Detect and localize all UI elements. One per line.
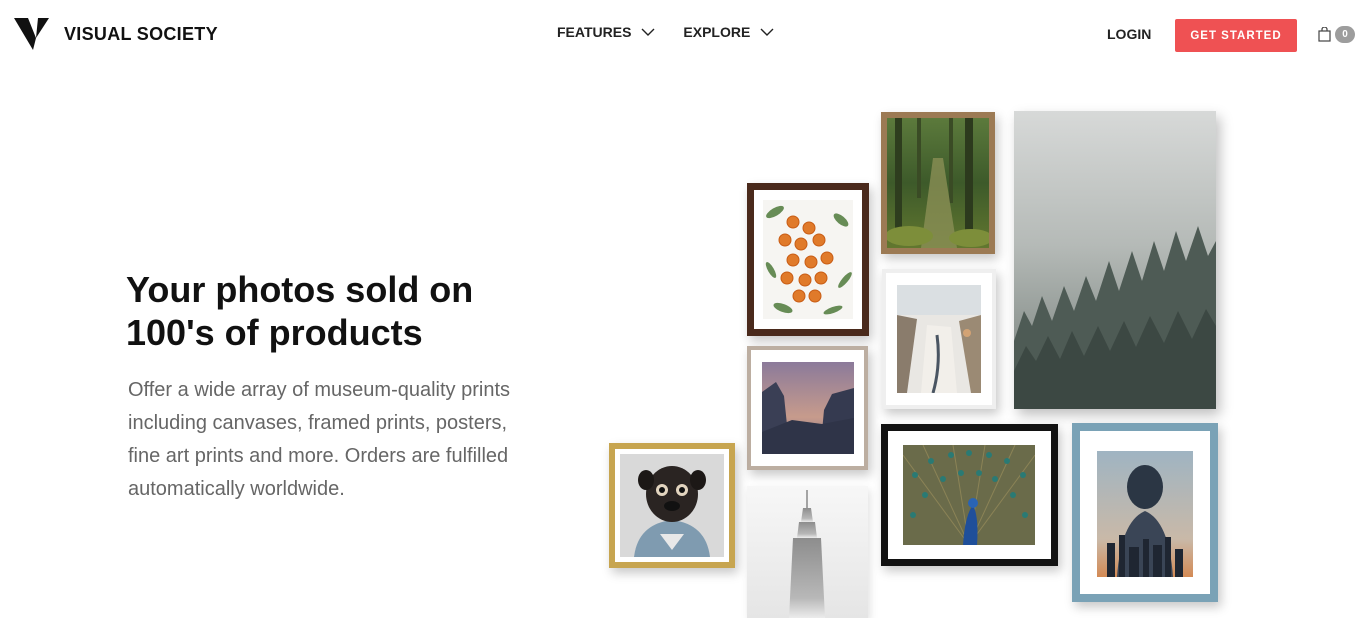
login-link[interactable]: LOGIN (1107, 26, 1151, 42)
orange-slices-image (763, 200, 853, 319)
snowy-canyon-image (897, 285, 981, 393)
hero-title: Your photos sold on 100's of products (126, 269, 474, 353)
nav-explore[interactable]: EXPLORE (683, 24, 774, 40)
landing-page: VISUAL SOCIETY FEATURES EXPLORE LOGIN GE… (0, 0, 1366, 618)
empire-state-building-print (747, 486, 868, 618)
cart-count-badge: 0 (1335, 26, 1355, 43)
double-exposure-portrait-image (1097, 451, 1193, 577)
shopping-bag-icon (1318, 27, 1331, 42)
double-exposure-portrait-print (1072, 423, 1218, 602)
misty-forest-canvas (1014, 111, 1216, 409)
cart-button[interactable]: 0 (1318, 26, 1355, 43)
main-nav: FEATURES EXPLORE (557, 24, 802, 40)
v-logo-icon (14, 18, 49, 50)
dried-orange-slices-print (747, 183, 869, 336)
top-navigation: VISUAL SOCIETY FEATURES EXPLORE LOGIN GE… (0, 0, 1366, 70)
forest-path-print (881, 112, 995, 254)
brand-logo-link[interactable]: VISUAL SOCIETY (14, 18, 218, 50)
pug-portrait-print (609, 443, 735, 568)
peacock-image (903, 445, 1035, 545)
brand-name: VISUAL SOCIETY (64, 23, 218, 44)
nav-explore-label: EXPLORE (683, 24, 751, 40)
peacock-print (881, 424, 1058, 566)
misty-forest-image (1014, 111, 1216, 409)
empire-state-building-image (747, 486, 868, 618)
nav-features[interactable]: FEATURES (557, 24, 655, 40)
mountain-valley-print (747, 346, 868, 470)
nav-features-label: FEATURES (557, 24, 632, 40)
mountain-valley-image (762, 362, 854, 454)
get-started-button[interactable]: GET STARTED (1175, 19, 1297, 52)
forest-path-image (887, 118, 989, 248)
pug-image (620, 454, 724, 557)
chevron-down-icon (641, 28, 655, 36)
hero-description: Offer a wide array of museum-quality pri… (128, 379, 511, 500)
snowy-canyon-print (882, 269, 996, 409)
chevron-down-icon (760, 28, 774, 36)
